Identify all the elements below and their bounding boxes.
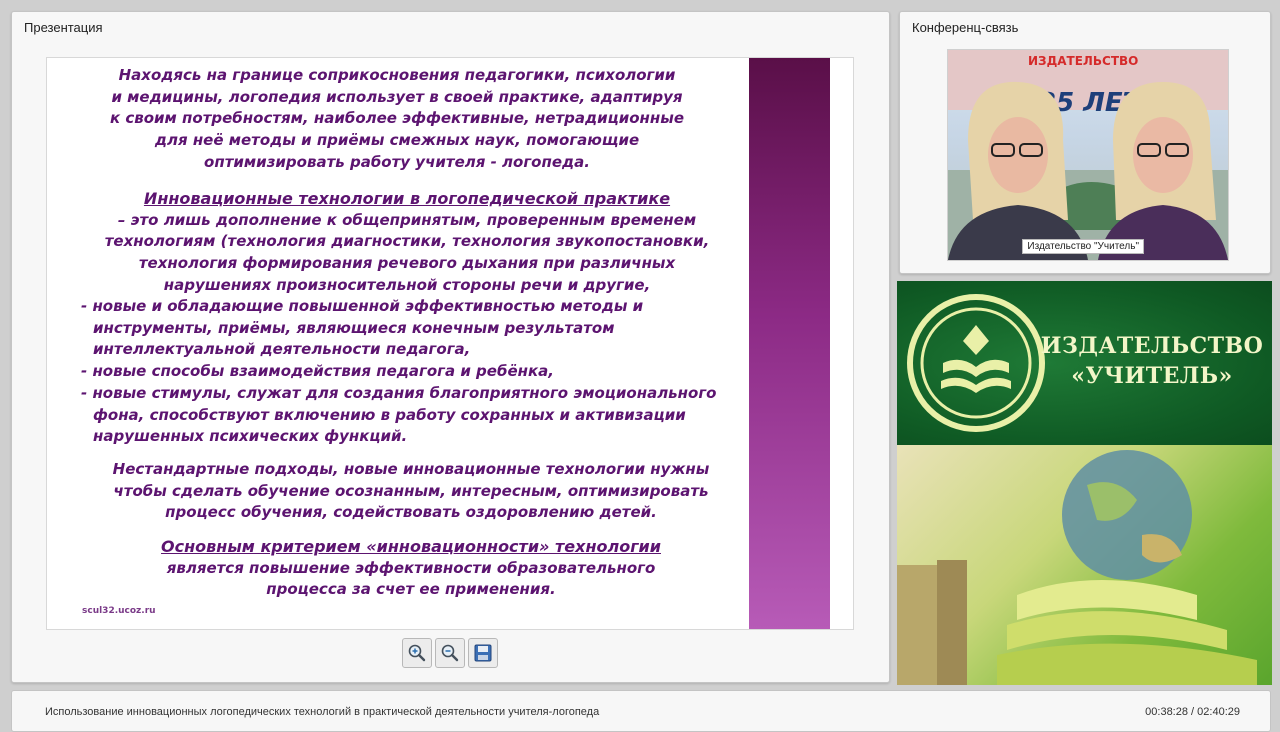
time-elapsed: 00:38:28 <box>1145 706 1188 718</box>
slide-line: процесс обучения, содействовать оздоровл… <box>165 503 657 522</box>
time-total: 02:40:29 <box>1197 706 1240 718</box>
video-feed[interactable]: ИЗДАТЕЛЬСТВО 25 ЛЕТ Издательство "Учител… <box>947 49 1229 261</box>
floppy-disk-icon <box>474 644 492 662</box>
slide-line: нарушениях произносительной стороны речи… <box>163 275 651 294</box>
slide-line: Нестандартные подходы, новые инновационн… <box>112 460 710 478</box>
books-globe-illustration <box>897 450 1257 685</box>
slide-heading: Инновационные технологии в логопедическо… <box>143 189 671 208</box>
webinar-title: Использование инновационных логопедическ… <box>45 706 600 718</box>
slide-viewer: Находясь на границе соприкосновения педа… <box>46 57 854 630</box>
save-button[interactable] <box>468 638 498 668</box>
video-banner-top: ИЗДАТЕЛЬСТВО <box>1028 54 1139 68</box>
slide-line: Находясь на границе соприкосновения педа… <box>118 66 676 84</box>
conference-panel-title: Конференц-связь <box>912 20 1019 35</box>
webinar-footer: Использование инновационных логопедическ… <box>11 690 1271 732</box>
book-logo-icon <box>907 294 1045 432</box>
slide-line: – это лишь дополнение к общепринятым, пр… <box>117 210 697 229</box>
publisher-name: ИЗДАТЕЛЬСТВО «УЧИТЕЛЬ» <box>1037 331 1267 391</box>
zoom-in-button[interactable] <box>402 638 432 668</box>
slide-line: технологиям (технология диагностики, тех… <box>104 232 710 251</box>
slide-definition: Инновационные технологии в логопедическо… <box>67 188 747 297</box>
presentation-panel-title: Презентация <box>24 20 103 35</box>
slide-line: является повышение эффективности образов… <box>166 558 656 577</box>
slide-intro: Находясь на границе соприкосновения педа… <box>77 65 717 174</box>
slide-side-bar <box>749 58 830 629</box>
presenter-left <box>948 81 1088 260</box>
slide-criterion-heading: Основным критерием «инновационности» тех… <box>161 537 661 556</box>
slide-line: к своим потребностям, наиболее эффективн… <box>109 109 685 128</box>
zoom-out-button[interactable] <box>435 638 465 668</box>
slide-source-site: scul32.ucoz.ru <box>82 606 156 616</box>
video-caption: Издательство "Учитель" <box>1022 239 1144 254</box>
slide: Находясь на границе соприкосновения педа… <box>47 58 749 629</box>
slide-criterion: Основным критерием «инновационности» тех… <box>71 536 751 601</box>
presentation-panel: Презентация Находясь на границе соприкос… <box>11 11 890 683</box>
slide-approaches: Нестандартные подходы, новые инновационн… <box>71 459 751 524</box>
publisher-name-line2: «УЧИТЕЛЬ» <box>1071 363 1233 389</box>
list-item: - новые и обладающие повышенной эффектив… <box>81 297 644 359</box>
publisher-ad-top: ИЗДАТЕЛЬСТВО «УЧИТЕЛЬ» <box>897 281 1272 445</box>
slide-line: процесса за счет ее применения. <box>266 580 556 599</box>
slide-line: оптимизировать работу учителя - логопеда… <box>204 152 590 171</box>
zoom-out-icon <box>441 644 459 662</box>
conference-panel: Конференц-связь ИЗДАТЕЛЬСТВО 25 ЛЕТ Изда… <box>899 11 1271 274</box>
slide-line: технология формирования речевого дыхания… <box>138 254 676 273</box>
list-item: - новые стимулы, служат для создания бла… <box>81 383 717 446</box>
time-separator: / <box>1191 706 1195 718</box>
playback-time: 00:38:28 / 02:40:29 <box>1145 706 1240 718</box>
zoom-in-icon <box>408 644 426 662</box>
slide-line: для неё методы и приёмы смежных наук, по… <box>154 131 640 150</box>
publisher-name-line1: ИЗДАТЕЛЬСТВО <box>1040 333 1264 359</box>
publisher-ad-image <box>897 445 1272 685</box>
list-item: - новые способы взаимодействия педагога … <box>81 362 554 381</box>
presenter-right <box>1098 82 1228 260</box>
slide-list: - новые и обладающие повышенной эффектив… <box>81 296 741 448</box>
slide-line: чтобы сделать обучение осознанным, интер… <box>113 481 709 500</box>
slide-line: и медицины, логопедия использует в своей… <box>111 87 683 106</box>
publisher-ad[interactable]: ИЗДАТЕЛЬСТВО «УЧИТЕЛЬ» <box>897 281 1272 685</box>
